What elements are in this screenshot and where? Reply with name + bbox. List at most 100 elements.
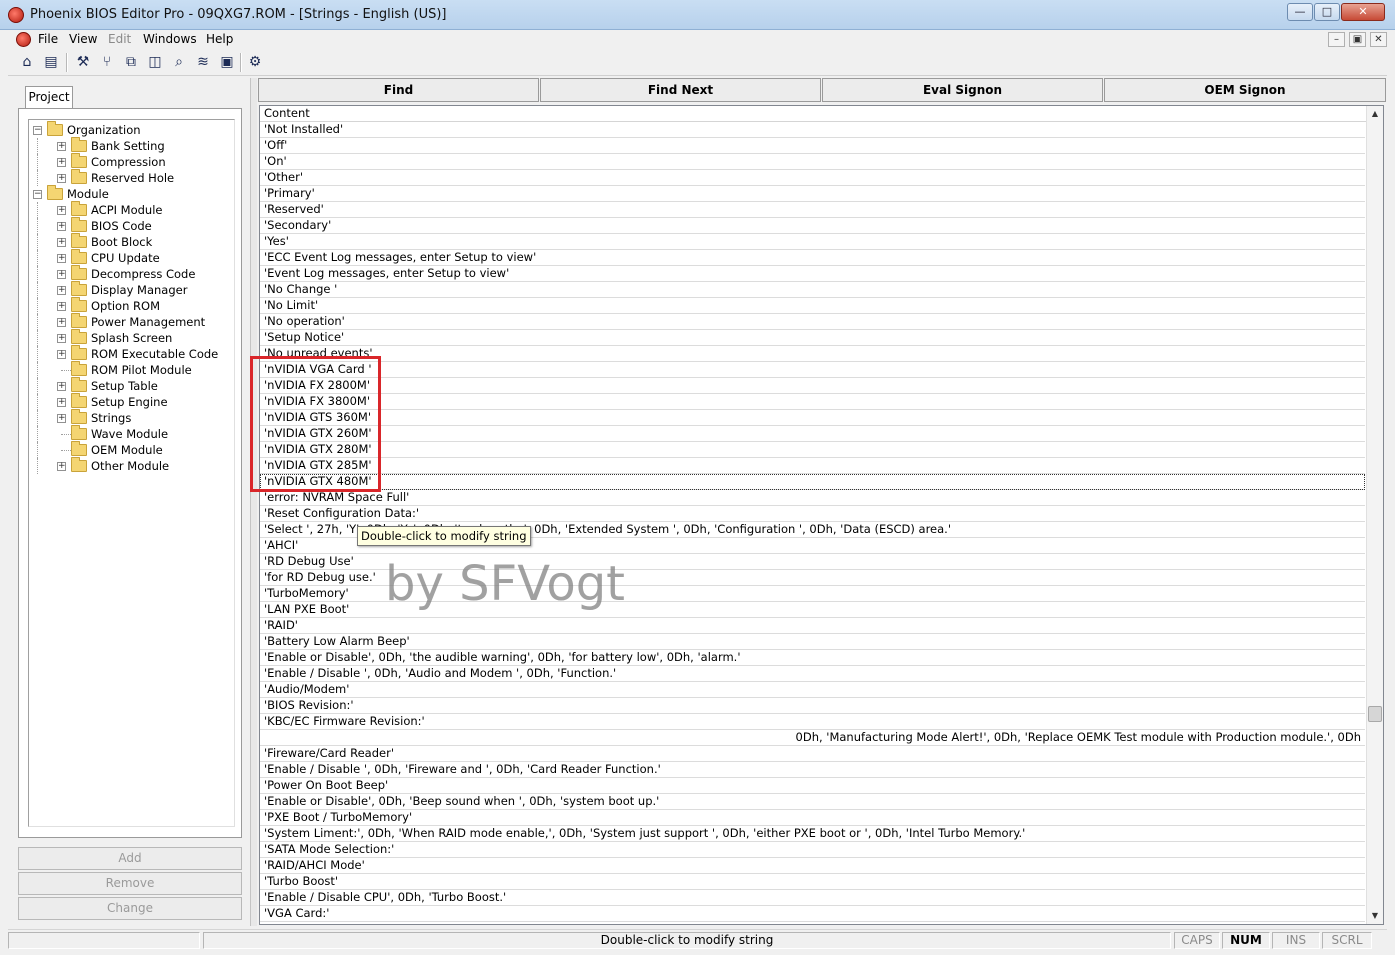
tree-item[interactable]: Wave Module [29, 425, 229, 442]
tree-item[interactable]: + Power Management [29, 313, 229, 330]
list-item[interactable]: 'Reserved' [260, 202, 1365, 218]
expand-icon[interactable]: + [57, 174, 66, 183]
tree-item[interactable]: − Organization [29, 121, 229, 138]
open-icon[interactable]: ⌂ [16, 52, 38, 73]
expand-icon[interactable]: + [57, 142, 66, 151]
tree-item[interactable]: + Bank Setting [29, 137, 229, 154]
list-item[interactable]: 'KBC/EC Firmware Revision:' [260, 714, 1365, 730]
list-item[interactable]: 'nVIDIA FX 3800M' [260, 394, 1365, 410]
tree-item[interactable]: + Splash Screen [29, 329, 229, 346]
panel-splitter[interactable] [250, 78, 257, 926]
list-item[interactable]: 'Setup Notice' [260, 330, 1365, 346]
tree-item[interactable]: + BIOS Code [29, 217, 229, 234]
tree-item[interactable]: − Module [29, 185, 229, 202]
list-item[interactable]: 'PXE Boot / TurboMemory' [260, 810, 1365, 826]
remove-button[interactable]: Remove [18, 872, 242, 895]
search-icon[interactable]: ⌕ [168, 52, 190, 73]
tree-icon[interactable]: ⑂ [96, 52, 118, 73]
expand-icon[interactable]: + [57, 462, 66, 471]
list-item[interactable]: 0Dh, 'Manufacturing Mode Alert!', 0Dh, '… [260, 730, 1365, 746]
tree-item[interactable]: OEM Module [29, 441, 229, 458]
list-item[interactable]: 'nVIDIA GTX 280M' [260, 442, 1365, 458]
list-item[interactable]: 'error: NVRAM Space Full' [260, 490, 1365, 506]
column-header-content[interactable]: Content [260, 106, 1366, 122]
list-item[interactable]: 'nVIDIA VGA Card ' [260, 362, 1365, 378]
tree-item[interactable]: ROM Pilot Module [29, 361, 229, 378]
list-item[interactable]: 'Fireware/Card Reader' [260, 746, 1365, 762]
list-item[interactable]: 'No Limit' [260, 298, 1365, 314]
list-item[interactable]: 'Primary' [260, 186, 1365, 202]
add-button[interactable]: Add [18, 847, 242, 870]
expand-icon[interactable]: + [57, 382, 66, 391]
menu-view[interactable]: View [69, 32, 97, 46]
list-item[interactable]: 'Other' [260, 170, 1365, 186]
mdi-minimize-button[interactable]: – [1328, 32, 1345, 47]
collapse-icon[interactable]: − [33, 190, 42, 199]
split-icon[interactable]: ◫ [144, 52, 166, 73]
save-icon[interactable]: ▤ [40, 52, 62, 73]
list-item[interactable]: 'BIOS Revision:' [260, 698, 1365, 714]
change-button[interactable]: Change [18, 897, 242, 920]
list-item[interactable]: 'SATA Mode Selection:' [260, 842, 1365, 858]
list-item[interactable]: 'Battery Low Alarm Beep' [260, 634, 1365, 650]
menu-help[interactable]: Help [206, 32, 233, 46]
tree-item[interactable]: + Reserved Hole [29, 169, 229, 186]
list-item[interactable]: 'Audio/Modem' [260, 682, 1365, 698]
list-item[interactable]: 'Enable / Disable ', 0Dh, 'Audio and Mod… [260, 666, 1365, 682]
tree-item[interactable]: + Other Module [29, 457, 229, 474]
tab-project[interactable]: Project [25, 86, 73, 108]
list-item[interactable]: 'nVIDIA FX 2800M' [260, 378, 1365, 394]
strings-list[interactable]: Content 'Not Installed' 'Off' 'On' 'Other' '… [259, 105, 1384, 925]
tree-item[interactable]: + ROM Executable Code [29, 345, 229, 362]
expand-icon[interactable]: + [57, 270, 66, 279]
copy-icon[interactable]: ⧉ [120, 52, 142, 73]
close-button[interactable]: ✕ [1341, 3, 1385, 21]
expand-icon[interactable]: + [57, 350, 66, 359]
project-tree[interactable]: − Organization + Bank Setting + Compression + R… [28, 119, 235, 827]
expand-icon[interactable]: + [57, 414, 66, 423]
document-icon[interactable] [16, 32, 31, 47]
tree-item[interactable]: + Strings [29, 409, 229, 426]
settings-icon[interactable]: ⚙ [244, 52, 266, 73]
vertical-scrollbar[interactable]: ▲ ▼ [1366, 106, 1383, 924]
expand-icon[interactable]: + [57, 206, 66, 215]
list-item[interactable]: 'Event Log messages, enter Setup to view… [260, 266, 1365, 282]
list-item[interactable]: 'System Liment:', 0Dh, 'When RAID mode e… [260, 826, 1365, 842]
list-item[interactable]: 'Secondary' [260, 218, 1365, 234]
tree-item[interactable]: + CPU Update [29, 249, 229, 266]
tree-item[interactable]: + ACPI Module [29, 201, 229, 218]
list-item[interactable]: 'No Change ' [260, 282, 1365, 298]
list-item[interactable]: 'Not Installed' [260, 122, 1365, 138]
list-item[interactable]: 'Enable / Disable CPU', 0Dh, 'Turbo Boos… [260, 890, 1365, 906]
find-next-button[interactable]: Find Next [540, 78, 821, 102]
list-item[interactable]: 'On' [260, 154, 1365, 170]
list-item[interactable]: 'nVIDIA GTX 480M' [260, 474, 1365, 490]
mdi-restore-button[interactable]: ▣ [1349, 32, 1366, 47]
list-item[interactable]: 'RAID/AHCI Mode' [260, 858, 1365, 874]
list-item[interactable]: 'nVIDIA GTX 260M' [260, 426, 1365, 442]
list-item[interactable]: 'ECC Event Log messages, enter Setup to … [260, 250, 1365, 266]
list-item[interactable]: 'Enable or Disable', 0Dh, 'the audible w… [260, 650, 1365, 666]
oem-signon-button[interactable]: OEM Signon [1104, 78, 1386, 102]
find-button[interactable]: Find [258, 78, 539, 102]
list-item[interactable]: 'No operation' [260, 314, 1365, 330]
expand-icon[interactable]: + [57, 238, 66, 247]
list-item[interactable]: 'RAID' [260, 618, 1365, 634]
scroll-up-icon[interactable]: ▲ [1367, 106, 1383, 122]
mdi-close-button[interactable]: ✕ [1370, 32, 1387, 47]
build-icon[interactable]: ⚒ [72, 52, 94, 73]
menu-windows[interactable]: Windows [143, 32, 197, 46]
expand-icon[interactable]: + [57, 302, 66, 311]
expand-icon[interactable]: + [57, 158, 66, 167]
tree-item[interactable]: + Option ROM [29, 297, 229, 314]
list-item[interactable]: 'No unread events' [260, 346, 1365, 362]
list-item[interactable]: 'Power On Boot Beep' [260, 778, 1365, 794]
list-item[interactable]: 'Yes' [260, 234, 1365, 250]
waveform-icon[interactable]: ≋ [192, 52, 214, 73]
maximize-button[interactable]: □ [1314, 3, 1340, 21]
tree-item[interactable]: + Boot Block [29, 233, 229, 250]
eval-signon-button[interactable]: Eval Signon [822, 78, 1103, 102]
expand-icon[interactable]: + [57, 318, 66, 327]
tree-item[interactable]: + Decompress Code [29, 265, 229, 282]
tree-item[interactable]: + Setup Engine [29, 393, 229, 410]
